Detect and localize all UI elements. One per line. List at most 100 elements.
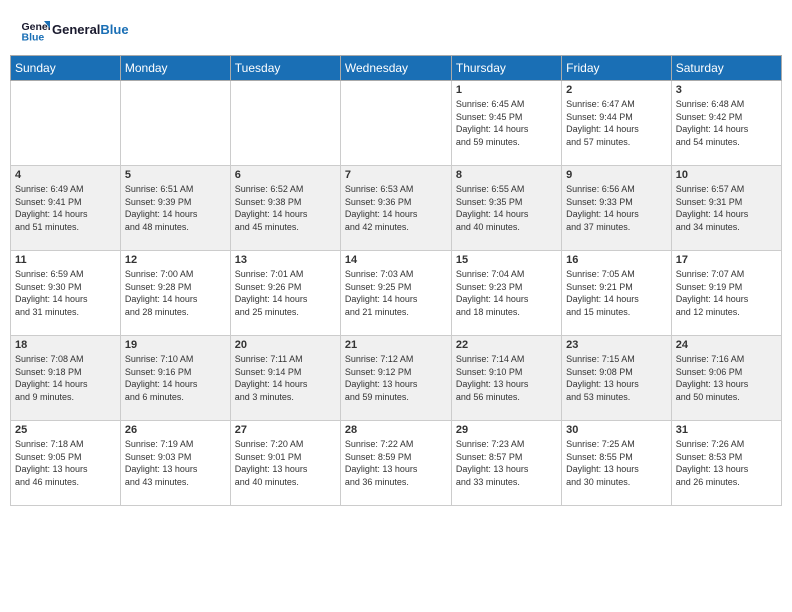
day-cell: 14 Sunrise: 7:03 AM Sunset: 9:25 PM Dayli…	[340, 251, 451, 336]
day-cell: 15 Sunrise: 7:04 AM Sunset: 9:23 PM Dayli…	[451, 251, 561, 336]
day-cell: 1 Sunrise: 6:45 AM Sunset: 9:45 PM Daylig…	[451, 81, 561, 166]
week-row-3: 11Sunrise: 6:59 AM Sunset: 9:30 PM Dayli…	[11, 251, 782, 336]
day-number: 20	[235, 339, 336, 351]
day-info: Sunrise: 6:56 AM Sunset: 9:33 PM Dayligh…	[566, 183, 667, 233]
day-number: 25	[15, 424, 116, 436]
day-number: 14	[345, 254, 447, 266]
day-info: Sunrise: 6:51 AM Sunset: 9:39 PM Dayligh…	[125, 183, 226, 233]
day-number: 18	[15, 339, 116, 351]
day-number: 22	[456, 339, 557, 351]
day-cell: 26 Sunrise: 7:19 AM Sunset: 9:03 PM Dayli…	[120, 421, 230, 506]
logo-general: General	[52, 22, 100, 37]
header-friday: Friday	[562, 56, 672, 81]
day-info: Sunrise: 7:08 AM Sunset: 9:18 PM Dayligh…	[15, 353, 116, 403]
day-number: 16	[566, 254, 667, 266]
day-info: Sunrise: 7:26 AM Sunset: 8:53 PM Dayligh…	[676, 438, 777, 488]
day-info: Sunrise: 6:45 AM Sunset: 9:45 PM Dayligh…	[456, 98, 557, 148]
day-cell: 2Sunrise: 6:47 AM Sunset: 9:44 PM Daylig…	[562, 81, 672, 166]
day-info: Sunrise: 6:55 AM Sunset: 9:35 PM Dayligh…	[456, 183, 557, 233]
day-info: Sunrise: 7:01 AM Sunset: 9:26 PM Dayligh…	[235, 268, 336, 318]
day-cell	[230, 81, 340, 166]
day-info: Sunrise: 6:52 AM Sunset: 9:38 PM Dayligh…	[235, 183, 336, 233]
header-monday: Monday	[120, 56, 230, 81]
day-cell: 31 Sunrise: 7:26 AM Sunset: 8:53 PM Dayli…	[671, 421, 781, 506]
day-cell: 5 Sunrise: 6:51 AM Sunset: 9:39 PM Daylig…	[120, 166, 230, 251]
day-info: Sunrise: 7:10 AM Sunset: 9:16 PM Dayligh…	[125, 353, 226, 403]
day-number: 19	[125, 339, 226, 351]
day-info: Sunrise: 7:23 AM Sunset: 8:57 PM Dayligh…	[456, 438, 557, 488]
day-cell: 23 Sunrise: 7:15 AM Sunset: 9:08 PM Dayli…	[562, 336, 672, 421]
logo-blue: Blue	[100, 22, 128, 37]
day-info: Sunrise: 7:18 AM Sunset: 9:05 PM Dayligh…	[15, 438, 116, 488]
day-info: Sunrise: 7:03 AM Sunset: 9:25 PM Dayligh…	[345, 268, 447, 318]
header-thursday: Thursday	[451, 56, 561, 81]
day-info: Sunrise: 7:00 AM Sunset: 9:28 PM Dayligh…	[125, 268, 226, 318]
day-info: Sunrise: 7:12 AM Sunset: 9:12 PM Dayligh…	[345, 353, 447, 403]
day-info: Sunrise: 6:49 AM Sunset: 9:41 PM Dayligh…	[15, 183, 116, 233]
day-info: Sunrise: 7:15 AM Sunset: 9:08 PM Dayligh…	[566, 353, 667, 403]
day-info: Sunrise: 7:07 AM Sunset: 9:19 PM Dayligh…	[676, 268, 777, 318]
day-cell: 16 Sunrise: 7:05 AM Sunset: 9:21 PM Dayli…	[562, 251, 672, 336]
day-cell: 9 Sunrise: 6:56 AM Sunset: 9:33 PM Daylig…	[562, 166, 672, 251]
day-cell: 7Sunrise: 6:53 AM Sunset: 9:36 PM Daylig…	[340, 166, 451, 251]
day-number: 31	[676, 424, 777, 436]
page-header: General Blue GeneralBlue	[0, 0, 792, 50]
day-number: 10	[676, 169, 777, 181]
day-cell: 10 Sunrise: 6:57 AM Sunset: 9:31 PM Dayli…	[671, 166, 781, 251]
day-number: 7	[345, 169, 447, 181]
day-cell: 27 Sunrise: 7:20 AM Sunset: 9:01 PM Dayli…	[230, 421, 340, 506]
day-cell: 24Sunrise: 7:16 AM Sunset: 9:06 PM Dayli…	[671, 336, 781, 421]
day-number: 1	[456, 84, 557, 96]
day-info: Sunrise: 7:05 AM Sunset: 9:21 PM Dayligh…	[566, 268, 667, 318]
week-row-5: 25 Sunrise: 7:18 AM Sunset: 9:05 PM Dayli…	[11, 421, 782, 506]
day-cell: 6 Sunrise: 6:52 AM Sunset: 9:38 PM Daylig…	[230, 166, 340, 251]
day-cell: 22 Sunrise: 7:14 AM Sunset: 9:10 PM Dayli…	[451, 336, 561, 421]
day-number: 21	[345, 339, 447, 351]
day-number: 17	[676, 254, 777, 266]
day-info: Sunrise: 6:57 AM Sunset: 9:31 PM Dayligh…	[676, 183, 777, 233]
day-number: 29	[456, 424, 557, 436]
day-number: 26	[125, 424, 226, 436]
day-info: Sunrise: 7:19 AM Sunset: 9:03 PM Dayligh…	[125, 438, 226, 488]
day-info: Sunrise: 7:25 AM Sunset: 8:55 PM Dayligh…	[566, 438, 667, 488]
day-cell: 20 Sunrise: 7:11 AM Sunset: 9:14 PM Dayli…	[230, 336, 340, 421]
day-info: Sunrise: 6:47 AM Sunset: 9:44 PM Dayligh…	[566, 98, 667, 148]
day-info: Sunrise: 7:11 AM Sunset: 9:14 PM Dayligh…	[235, 353, 336, 403]
calendar-table: SundayMondayTuesdayWednesdayThursdayFrid…	[10, 55, 782, 506]
days-header-row: SundayMondayTuesdayWednesdayThursdayFrid…	[11, 56, 782, 81]
day-info: Sunrise: 7:04 AM Sunset: 9:23 PM Dayligh…	[456, 268, 557, 318]
day-number: 6	[235, 169, 336, 181]
day-cell	[120, 81, 230, 166]
header-tuesday: Tuesday	[230, 56, 340, 81]
day-number: 15	[456, 254, 557, 266]
day-cell: 28Sunrise: 7:22 AM Sunset: 8:59 PM Dayli…	[340, 421, 451, 506]
day-number: 11	[15, 254, 116, 266]
day-info: Sunrise: 6:48 AM Sunset: 9:42 PM Dayligh…	[676, 98, 777, 148]
header-saturday: Saturday	[671, 56, 781, 81]
day-cell: 12Sunrise: 7:00 AM Sunset: 9:28 PM Dayli…	[120, 251, 230, 336]
day-number: 30	[566, 424, 667, 436]
day-number: 9	[566, 169, 667, 181]
day-number: 3	[676, 84, 777, 96]
day-info: Sunrise: 7:20 AM Sunset: 9:01 PM Dayligh…	[235, 438, 336, 488]
day-number: 4	[15, 169, 116, 181]
day-number: 23	[566, 339, 667, 351]
day-cell: 11Sunrise: 6:59 AM Sunset: 9:30 PM Dayli…	[11, 251, 121, 336]
day-number: 5	[125, 169, 226, 181]
week-row-4: 18 Sunrise: 7:08 AM Sunset: 9:18 PM Dayli…	[11, 336, 782, 421]
header-sunday: Sunday	[11, 56, 121, 81]
header-wednesday: Wednesday	[340, 56, 451, 81]
day-cell	[11, 81, 121, 166]
day-cell: 17 Sunrise: 7:07 AM Sunset: 9:19 PM Dayli…	[671, 251, 781, 336]
day-cell: 19 Sunrise: 7:10 AM Sunset: 9:16 PM Dayli…	[120, 336, 230, 421]
day-cell: 4 Sunrise: 6:49 AM Sunset: 9:41 PM Daylig…	[11, 166, 121, 251]
logo: General Blue GeneralBlue	[20, 15, 129, 45]
day-info: Sunrise: 7:14 AM Sunset: 9:10 PM Dayligh…	[456, 353, 557, 403]
day-number: 27	[235, 424, 336, 436]
day-cell: 18 Sunrise: 7:08 AM Sunset: 9:18 PM Dayli…	[11, 336, 121, 421]
day-cell: 25 Sunrise: 7:18 AM Sunset: 9:05 PM Dayli…	[11, 421, 121, 506]
day-cell: 21 Sunrise: 7:12 AM Sunset: 9:12 PM Dayli…	[340, 336, 451, 421]
day-number: 8	[456, 169, 557, 181]
day-cell	[340, 81, 451, 166]
day-cell: 8 Sunrise: 6:55 AM Sunset: 9:35 PM Daylig…	[451, 166, 561, 251]
